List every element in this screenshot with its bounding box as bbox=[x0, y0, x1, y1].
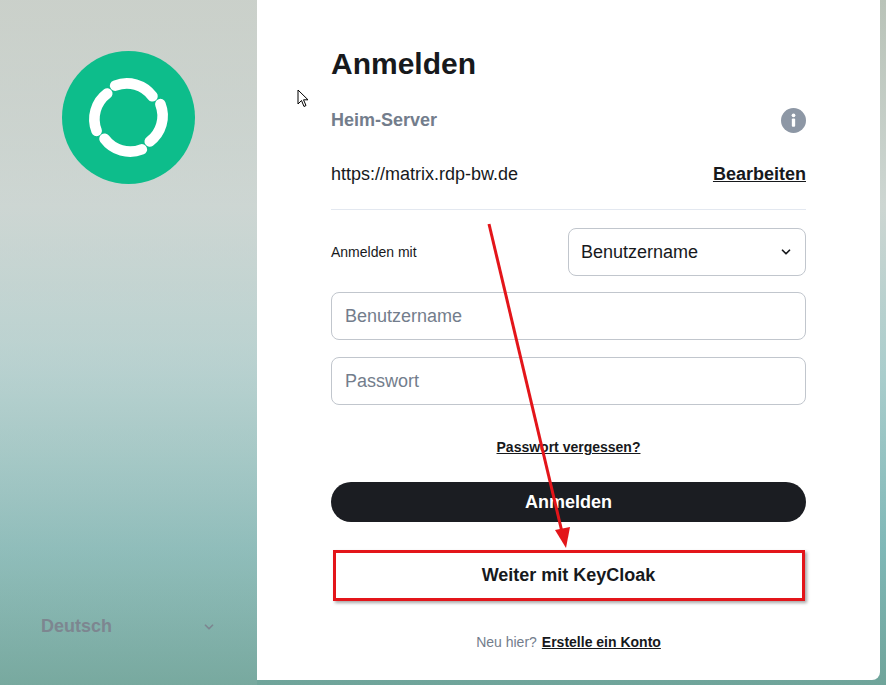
username-input[interactable] bbox=[331, 292, 806, 340]
login-button[interactable]: Anmelden bbox=[331, 482, 806, 522]
login-screen: Deutsch Anmelden Heim-Server https://matrix… bbox=[0, 0, 886, 685]
edit-link[interactable]: Bearbeiten bbox=[713, 161, 806, 188]
keycloak-button[interactable]: Weiter mit KeyCloak bbox=[333, 550, 805, 601]
language-selector[interactable]: Deutsch bbox=[0, 613, 257, 640]
select-chevron-icon bbox=[779, 245, 793, 259]
login-title: Anmelden bbox=[331, 44, 806, 84]
password-input[interactable] bbox=[331, 357, 806, 405]
mouse-cursor-icon bbox=[297, 89, 309, 108]
login-method-select[interactable]: Benutzername bbox=[568, 228, 806, 276]
chevron-down-icon bbox=[202, 620, 216, 634]
element-logo-icon bbox=[62, 51, 195, 184]
register-link[interactable]: Erstelle ein Konto bbox=[542, 632, 661, 653]
homeserver-row: https://matrix.rdp-bw.de Bearbeiten bbox=[331, 162, 806, 186]
info-icon[interactable] bbox=[781, 108, 806, 133]
homeserver-header: Heim-Server bbox=[331, 108, 806, 132]
divider bbox=[331, 209, 806, 210]
register-row: Neu hier?Erstelle ein Konto bbox=[331, 632, 806, 653]
side-panel: Deutsch bbox=[0, 0, 257, 685]
forgot-password-link[interactable]: Passwort vergessen? bbox=[497, 437, 641, 458]
login-card: Anmelden Heim-Server https://matrix.rdp-bw… bbox=[257, 0, 880, 680]
annotation-arrow-icon bbox=[0, 0, 886, 685]
login-method-row: Anmelden mitBenutzername bbox=[331, 228, 806, 276]
homeserver-url: https://matrix.rdp-bw.de bbox=[331, 161, 518, 188]
